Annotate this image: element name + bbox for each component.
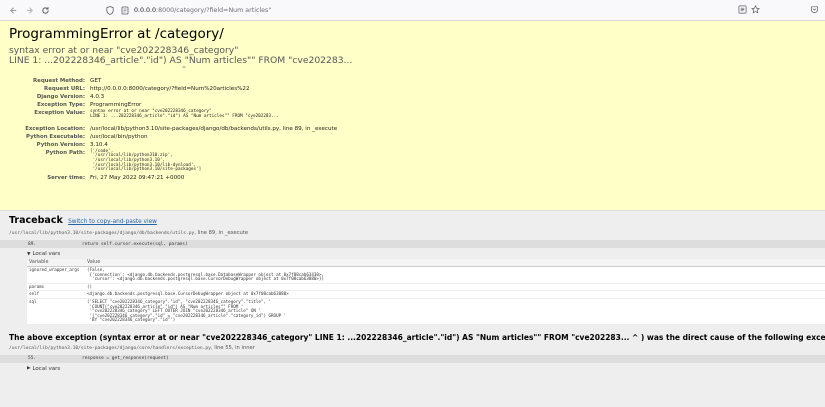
code-line-number: 89. [28,241,37,247]
meta-row: Request Method: GET [9,77,337,85]
code-text: return self.cursor.execute(sql, params) [82,241,188,247]
var-name: self [27,290,85,299]
table-row: params() [27,283,825,292]
url-path: :8000/category/?field=Num articles" [156,6,272,14]
meta-value: GET [90,78,102,84]
frame-location: /usr/local/lib/python3.10/site-packages/… [9,230,816,236]
meta-row: Exception Location: /usr/local/lib/python… [9,125,337,133]
traceback-title: Traceback [9,215,63,226]
vars-header-row: Variable Value [27,259,825,267]
local-vars-toggle[interactable]: ▶ Local vars [27,366,816,372]
error-summary: ProgrammingError at /category/ syntax er… [0,21,825,211]
error-caret: ^ [182,65,186,73]
meta-value: /usr/local/lib/python3.10/site-packages/… [90,125,338,132]
bookmark-star-icon[interactable] [751,4,760,16]
pocket-icon[interactable] [810,5,819,16]
table-row: sql ('SELECT "cve202228346_category"."id"… [27,298,825,325]
var-value: () [87,283,93,289]
meta-label: Request Method: [33,78,85,84]
meta-value: http://0.0.0.0:8000/category/?field=Num%… [90,86,250,92]
traceback-section: Traceback Switch to copy-and-paste view … [0,211,825,407]
request-meta-table: Request Method: GET Request URL: http://0.… [9,77,337,182]
reload-icon[interactable] [38,3,52,17]
var-value: <django.db.backends.postgresql.base.Curs… [87,291,289,297]
var-name: params [27,283,85,292]
meta-value: 3.10.4 [90,141,108,148]
meta-row: Python Version: 3.10.4 [9,141,337,149]
meta-label: Python Path: [45,149,85,156]
exception-value: syntax error at or near "cve202228346_ca… [90,109,279,124]
meta-value: /usr/local/bin/python [90,133,148,140]
meta-label: Request URL: [44,86,85,92]
reader-view-icon[interactable] [738,5,747,16]
col-value: Value [85,259,825,267]
meta-row: Exception Type: ProgrammingError [9,101,337,109]
meta-label: Django Version: [36,94,85,100]
code-line-number: 55. [28,356,37,362]
shield-icon[interactable] [104,4,116,16]
meta-label: Server time: [47,174,85,181]
var-name: ignored_wrapper_args [27,266,85,284]
back-arrow-icon[interactable] [6,3,20,17]
page-title: ProgrammingError at /category/ [9,26,224,42]
frame-file: /usr/local/lib/python3.10/site-packages/… [9,231,195,236]
var-value-cell: () [85,283,825,292]
exception-message-line2: LINE 1: ...202228346_article"."id") AS "… [9,55,353,66]
meta-label: Python Executable: [26,133,85,140]
meta-row: Python Path: ['/code', '/usr/local/lib/py… [9,149,337,174]
meta-row: Python Executable: /usr/local/bin/python [9,133,337,141]
meta-row: Request URL: http://0.0.0.0:8000/category… [9,85,337,93]
exception-value-cell: syntax error at or near "cve202228346_ca… [89,109,337,125]
var-value: ('SELECT "cve202228346_category"."id", "… [87,298,287,323]
triangle-right-icon: ▶ [27,366,31,372]
var-value-cell: ('SELECT "cve202228346_category"."id", "… [85,298,825,325]
local-vars-table: Variable Value ignored_wrapper_args (False… [27,259,825,325]
var-value-cell: (False, {'connection': <django.db.backen… [85,266,825,284]
forward-arrow-icon[interactable] [22,3,36,17]
table-row: ignored_wrapper_args (False, {'connection… [27,266,825,284]
copy-paste-view-link[interactable]: Switch to copy-and-paste view [68,219,157,225]
traceback-heading: Traceback Switch to copy-and-paste view [9,215,816,226]
page-info-icon[interactable] [119,4,131,16]
meta-label: Exception Type: [37,102,85,108]
frame-line-info: , line 55, in inner [210,344,255,351]
var-value: (False, {'connection': <django.db.backen… [87,267,324,282]
triangle-down-icon: ▼ [27,251,31,257]
python-path-cell: ['/code', '/usr/local/lib/python310.zip'… [89,149,337,174]
meta-label: Exception Location: [25,125,85,132]
var-name: sql [27,298,85,325]
meta-value: 4.0.3 [90,94,105,100]
cause-message: The above exception (syntax error at or … [9,332,825,342]
frame-line-info: , line 89, in _execute [194,230,249,236]
meta-row: Django Version: 4.0.3 [9,93,337,101]
meta-label: Exception Value: [34,110,85,116]
meta-value: ProgrammingError [90,102,142,108]
meta-row: Exception Value: syntax error at or near … [9,109,337,125]
meta-row: Server time: Fri, 27 May 2022 09:47:21 +0… [9,174,337,182]
frame-location: /usr/local/lib/python3.10/site-packages/… [9,345,816,351]
local-vars-label: Local vars [32,365,61,372]
table-row: self <django.db.backends.postgresql.base.… [27,290,825,299]
col-variable: Variable [27,259,85,267]
context-code-line[interactable]: 55. response = get_response(request) [0,354,825,363]
python-path: ['/code', '/usr/local/lib/python310.zip'… [90,148,202,173]
meta-value: Fri, 27 May 2022 09:47:21 +0000 [90,174,185,181]
address-bar[interactable]: 0.0.0.0:8000/category/?field=Num article… [104,3,732,18]
browser-toolbar: 0.0.0.0:8000/category/?field=Num article… [0,0,825,21]
url-host: 0.0.0.0 [134,6,157,14]
meta-label: Python Version: [36,141,85,148]
code-text: response = get_response(request) [82,356,169,362]
local-vars-toggle[interactable]: ▼ Local vars [27,251,816,257]
var-value-cell: <django.db.backends.postgresql.base.Curs… [85,290,825,299]
frame-file: /usr/local/lib/python3.10/site-packages/… [9,345,211,351]
url-text: 0.0.0.0:8000/category/?field=Num article… [134,7,271,14]
local-vars-label: Local vars [32,251,61,257]
context-code-line[interactable]: 89. return self.cursor.execute(sql, param… [0,240,825,248]
